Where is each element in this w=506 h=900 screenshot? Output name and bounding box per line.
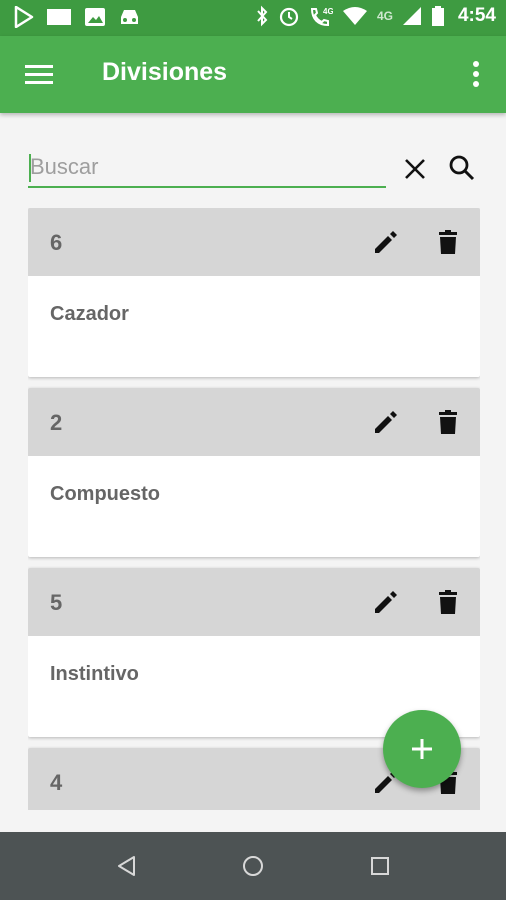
- svg-text:4G: 4G: [323, 7, 333, 16]
- network-type: 4G: [376, 9, 393, 23]
- bluetooth-icon: [255, 5, 269, 27]
- image-icon: [84, 7, 106, 27]
- back-icon[interactable]: [115, 854, 139, 878]
- status-notifications: [14, 6, 142, 28]
- division-number: 4: [50, 770, 63, 795]
- division-number: 5: [50, 590, 63, 615]
- division-name: Cazador: [50, 303, 129, 325]
- division-name: Instintivo: [50, 663, 139, 685]
- car-icon: [118, 7, 142, 27]
- play-store-icon: [14, 6, 34, 28]
- hamburger-menu-icon[interactable]: [24, 60, 54, 90]
- system-nav-bar: [0, 832, 506, 900]
- division-number: 6: [50, 230, 63, 255]
- card-header: 6: [28, 208, 480, 276]
- search-bar: [28, 148, 480, 192]
- status-bar: 4G 4G 4:54: [0, 0, 506, 36]
- call-4g-icon: 4G: [309, 5, 333, 27]
- add-icon: [412, 739, 432, 759]
- card-body: Cazador: [28, 276, 480, 377]
- delete-trash-icon[interactable]: [434, 408, 462, 436]
- more-vert-icon[interactable]: [466, 58, 486, 90]
- card-body: Compuesto: [28, 456, 480, 557]
- card-header: 2: [28, 388, 480, 456]
- division-card[interactable]: 2 Compuesto: [28, 388, 480, 557]
- home-icon[interactable]: [241, 854, 265, 878]
- text-cursor: [29, 154, 31, 182]
- status-system: 4G 4G 4:54: [255, 5, 496, 27]
- alarm-icon: [278, 5, 300, 27]
- division-name: Compuesto: [50, 483, 160, 505]
- signal-icon: [402, 6, 422, 26]
- app-bar: Divisiones: [0, 36, 506, 113]
- status-time: 4:54: [457, 5, 496, 26]
- delete-trash-icon[interactable]: [434, 588, 462, 616]
- card-header: 5: [28, 568, 480, 636]
- edit-pencil-icon[interactable]: [372, 228, 400, 256]
- division-card[interactable]: 6 Cazador: [28, 208, 480, 377]
- close-icon[interactable]: [402, 156, 428, 182]
- add-division-button[interactable]: [383, 710, 461, 788]
- division-number: 2: [50, 410, 63, 435]
- page-title: Divisiones: [102, 58, 228, 86]
- battery-icon: [431, 5, 445, 27]
- search-input[interactable]: [28, 148, 386, 188]
- search-icon[interactable]: [448, 154, 476, 182]
- message-icon: [46, 8, 72, 26]
- delete-trash-icon[interactable]: [434, 228, 462, 256]
- edit-pencil-icon[interactable]: [372, 408, 400, 436]
- edit-pencil-icon[interactable]: [372, 588, 400, 616]
- recents-icon[interactable]: [368, 854, 392, 878]
- wifi-icon: [342, 6, 368, 26]
